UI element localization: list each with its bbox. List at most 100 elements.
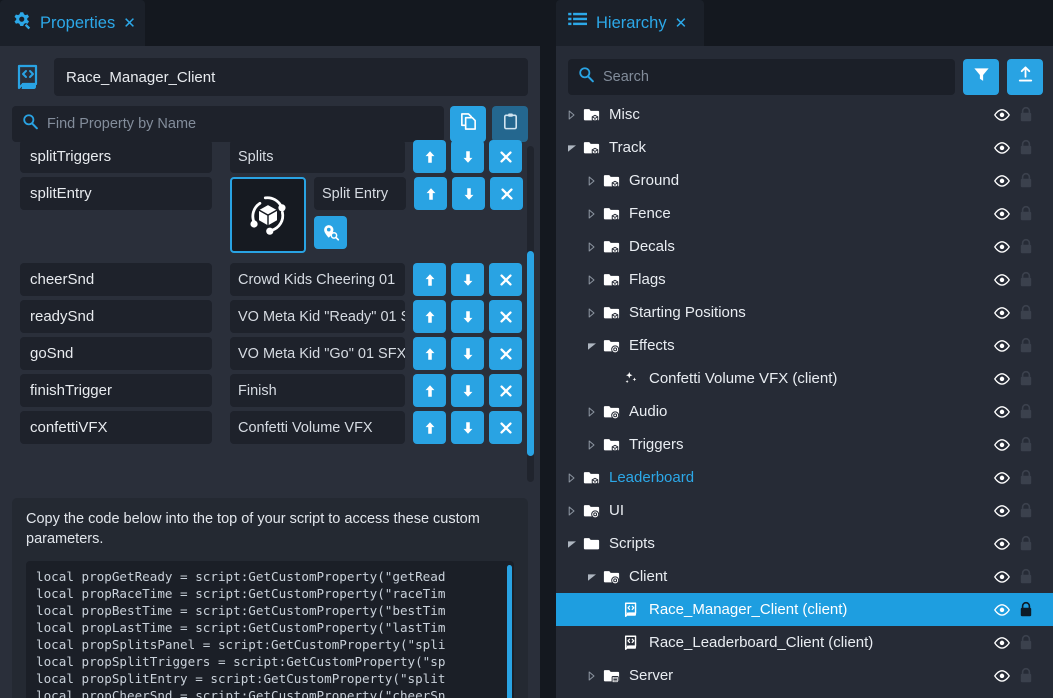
chevron-right-icon[interactable] <box>584 208 600 220</box>
lock-icon[interactable] <box>1015 601 1037 618</box>
copy-properties-button[interactable] <box>450 106 486 142</box>
panel-divider[interactable] <box>540 46 556 698</box>
search-input[interactable]: Find Property by Name <box>12 106 444 142</box>
move-up-button[interactable] <box>413 411 446 444</box>
hierarchy-row[interactable]: Decals <box>556 230 1053 263</box>
property-name[interactable]: goSnd <box>20 337 212 370</box>
move-down-button[interactable] <box>452 177 485 210</box>
visibility-eye-icon[interactable] <box>989 372 1015 386</box>
move-up-button[interactable] <box>414 177 447 210</box>
hierarchy-row[interactable]: Ground <box>556 164 1053 197</box>
lock-icon[interactable] <box>1015 205 1037 222</box>
visibility-eye-icon[interactable] <box>989 207 1015 221</box>
property-name[interactable]: readySnd <box>20 300 212 333</box>
chevron-right-icon[interactable] <box>584 307 600 319</box>
chevron-right-icon[interactable] <box>584 274 600 286</box>
lock-icon[interactable] <box>1015 370 1037 387</box>
code-vertical-scrollbar[interactable] <box>507 565 512 698</box>
visibility-eye-icon[interactable] <box>989 339 1015 353</box>
tab-hierarchy[interactable]: Hierarchy ✕ <box>556 0 704 46</box>
filter-button[interactable] <box>963 59 999 95</box>
hierarchy-row[interactable]: Flags <box>556 263 1053 296</box>
chevron-right-icon[interactable] <box>564 472 580 484</box>
remove-property-button[interactable] <box>490 177 523 210</box>
close-icon[interactable]: ✕ <box>675 16 688 31</box>
find-in-hierarchy-button[interactable] <box>314 216 347 249</box>
visibility-eye-icon[interactable] <box>989 174 1015 188</box>
move-down-button[interactable] <box>451 374 484 407</box>
hierarchy-row[interactable]: Triggers <box>556 428 1053 461</box>
chevron-down-icon[interactable] <box>564 142 580 154</box>
hierarchy-row[interactable]: Misc <box>556 98 1053 131</box>
property-value[interactable]: VO Meta Kid "Go" 01 SFX <box>230 337 405 370</box>
object-reference-thumbnail[interactable] <box>230 177 306 253</box>
property-value[interactable]: Crowd Kids Cheering 01 <box>230 263 405 296</box>
visibility-eye-icon[interactable] <box>989 108 1015 122</box>
hierarchy-row[interactable]: Client <box>556 560 1053 593</box>
lock-icon[interactable] <box>1015 436 1037 453</box>
property-name[interactable]: finishTrigger <box>20 374 212 407</box>
tab-properties[interactable]: Properties ✕ <box>0 0 145 46</box>
chevron-right-icon[interactable] <box>564 109 580 121</box>
property-value[interactable]: Splits <box>230 140 405 173</box>
chevron-right-icon[interactable] <box>584 241 600 253</box>
property-name[interactable]: cheerSnd <box>20 263 212 296</box>
lock-icon[interactable] <box>1015 667 1037 684</box>
remove-property-button[interactable] <box>489 140 522 173</box>
visibility-eye-icon[interactable] <box>989 141 1015 155</box>
hierarchy-row[interactable]: Starting Positions <box>556 296 1053 329</box>
visibility-eye-icon[interactable] <box>989 306 1015 320</box>
move-up-button[interactable] <box>413 140 446 173</box>
visibility-eye-icon[interactable] <box>989 603 1015 617</box>
lock-icon[interactable] <box>1015 106 1037 123</box>
chevron-right-icon[interactable] <box>584 406 600 418</box>
chevron-right-icon[interactable] <box>584 175 600 187</box>
remove-property-button[interactable] <box>489 263 522 296</box>
properties-scrollbar[interactable] <box>527 146 534 482</box>
visibility-eye-icon[interactable] <box>989 471 1015 485</box>
remove-property-button[interactable] <box>489 337 522 370</box>
hierarchy-row[interactable]: Fence <box>556 197 1053 230</box>
hierarchy-row[interactable]: Server <box>556 659 1053 692</box>
object-reference-name[interactable]: Split Entry <box>314 177 406 210</box>
property-name[interactable]: confettiVFX <box>20 411 212 444</box>
visibility-eye-icon[interactable] <box>989 273 1015 287</box>
lock-icon[interactable] <box>1015 172 1037 189</box>
hierarchy-row[interactable]: Track <box>556 131 1053 164</box>
lock-icon[interactable] <box>1015 568 1037 585</box>
hierarchy-row-selected[interactable]: Race_Manager_Client (client) <box>556 593 1053 626</box>
hierarchy-row[interactable]: Confetti Volume VFX (client) <box>556 362 1053 395</box>
remove-property-button[interactable] <box>489 300 522 333</box>
chevron-down-icon[interactable] <box>584 571 600 583</box>
visibility-eye-icon[interactable] <box>989 504 1015 518</box>
move-down-button[interactable] <box>451 263 484 296</box>
object-name-field[interactable]: Race_Manager_Client <box>54 58 528 96</box>
property-name[interactable]: splitTriggers <box>20 140 212 173</box>
hierarchy-row[interactable]: UI <box>556 494 1053 527</box>
lock-icon[interactable] <box>1015 304 1037 321</box>
property-value[interactable]: Confetti Volume VFX <box>230 411 405 444</box>
lock-icon[interactable] <box>1015 535 1037 552</box>
code-snippet-box[interactable]: local propGetReady = script:GetCustomPro… <box>26 561 514 698</box>
visibility-eye-icon[interactable] <box>989 405 1015 419</box>
lock-icon[interactable] <box>1015 469 1037 486</box>
lock-icon[interactable] <box>1015 238 1037 255</box>
remove-property-button[interactable] <box>489 374 522 407</box>
paste-properties-button[interactable] <box>492 106 528 142</box>
close-icon[interactable]: ✕ <box>123 16 136 31</box>
hierarchy-row[interactable]: Audio <box>556 395 1053 428</box>
move-up-button[interactable] <box>413 263 446 296</box>
visibility-eye-icon[interactable] <box>989 669 1015 683</box>
lock-icon[interactable] <box>1015 337 1037 354</box>
upload-button[interactable] <box>1007 59 1043 95</box>
hierarchy-row[interactable]: Effects <box>556 329 1053 362</box>
lock-icon[interactable] <box>1015 139 1037 156</box>
lock-icon[interactable] <box>1015 502 1037 519</box>
property-value[interactable]: VO Meta Kid "Ready" 01 S <box>230 300 405 333</box>
visibility-eye-icon[interactable] <box>989 240 1015 254</box>
move-up-button[interactable] <box>413 337 446 370</box>
move-down-button[interactable] <box>451 411 484 444</box>
remove-property-button[interactable] <box>489 411 522 444</box>
property-name[interactable]: splitEntry <box>20 177 212 210</box>
visibility-eye-icon[interactable] <box>989 636 1015 650</box>
